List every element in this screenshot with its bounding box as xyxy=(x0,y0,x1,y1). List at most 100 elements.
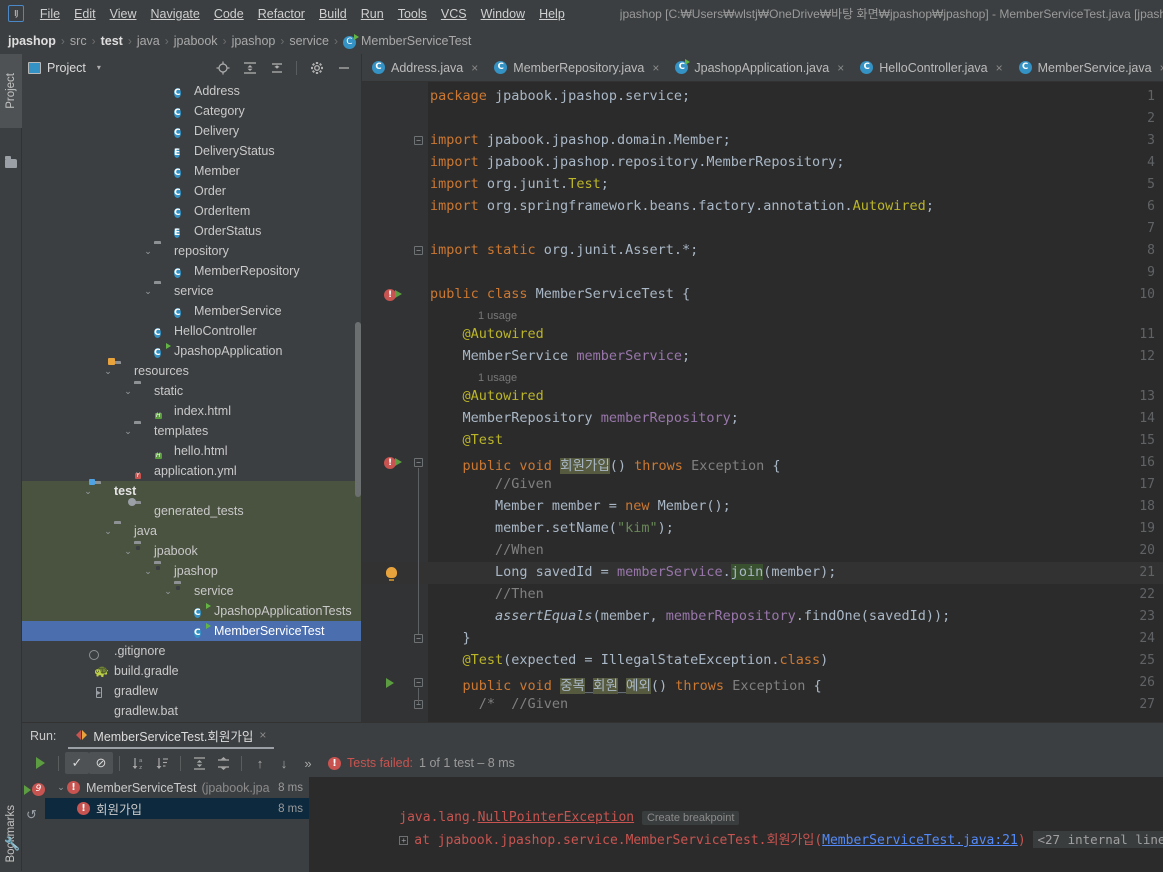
code-line-5[interactable]: import org.junit.Test; xyxy=(430,176,609,192)
tree-item-orderstatus[interactable]: ⌄E OrderStatus xyxy=(22,221,361,241)
tree-item-templates[interactable]: ⌄ templates xyxy=(22,421,361,441)
code-line-4[interactable]: import jpabook.jpashop.repository.Member… xyxy=(430,154,845,170)
close-icon[interactable]: × xyxy=(471,61,478,75)
debug-with-breakpoints-icon[interactable]: 9 xyxy=(24,783,45,796)
tree-item-deliverystatus[interactable]: ⌄E DeliveryStatus xyxy=(22,141,361,161)
expand-icon[interactable]: + xyxy=(399,836,409,845)
code-line-20[interactable]: //When xyxy=(430,542,544,558)
chevron-down-icon[interactable]: ⌄ xyxy=(162,586,174,597)
chevron-down-icon[interactable]: ⌄ xyxy=(142,566,154,577)
inlay-hint-usage[interactable]: 1 usage xyxy=(478,310,517,322)
tree-item-orderitem[interactable]: ⌄C OrderItem xyxy=(22,201,361,221)
gear-icon[interactable] xyxy=(309,60,324,75)
next-occurrence-icon[interactable]: ↓ xyxy=(272,752,296,774)
close-icon[interactable]: × xyxy=(652,61,659,75)
prev-occurrence-icon[interactable]: ↑ xyxy=(248,752,272,774)
chevron-down-icon[interactable]: ⌄ xyxy=(55,782,67,793)
breadcrumb-item-service[interactable]: service xyxy=(289,34,329,48)
stacktrace-file-link[interactable]: MemberServiceTest.java:21 xyxy=(822,833,1018,848)
menu-help[interactable]: Help xyxy=(532,4,572,24)
tree-item-memberservicetest[interactable]: ⌄C MemberServiceTest xyxy=(22,621,361,641)
tree-item-delivery[interactable]: ⌄C Delivery xyxy=(22,121,361,141)
breadcrumb-item-test[interactable]: test xyxy=(101,34,123,48)
test-tree-row[interactable]: ⌄! MemberServiceTest (jpabook.jpa 8 ms xyxy=(45,777,309,798)
rerun-icon[interactable] xyxy=(28,752,52,774)
internal-lines-chip[interactable]: <27 internal lines> xyxy=(1033,831,1163,848)
editor-tab-memberrepository-java[interactable]: C MemberRepository.java × xyxy=(484,54,665,81)
tree-item--gitignore[interactable]: ⌄.gitignore xyxy=(22,641,361,661)
breadcrumb-item-jpabook[interactable]: jpabook xyxy=(174,34,218,48)
tree-item-jpabook[interactable]: ⌄ jpabook xyxy=(22,541,361,561)
menu-vcs[interactable]: VCS xyxy=(434,4,474,24)
fold-marker[interactable]: − xyxy=(414,678,423,687)
code-line-6[interactable]: import org.springframework.beans.factory… xyxy=(430,198,934,214)
code-line-26[interactable]: public void 중복_회원_예외() throws Exception … xyxy=(430,674,822,694)
menu-code[interactable]: Code xyxy=(207,4,251,24)
close-icon[interactable]: × xyxy=(837,61,844,75)
tree-item-jpashopapplication[interactable]: ⌄C JpashopApplication xyxy=(22,341,361,361)
expand-all-icon[interactable] xyxy=(187,752,211,774)
run-test-method-icon[interactable]: ! xyxy=(384,457,402,469)
run-tab-memberservicetest[interactable]: MemberServiceTest.회원가입 × xyxy=(68,723,275,749)
tree-item-service[interactable]: ⌄ service xyxy=(22,581,361,601)
editor-tab-jpashopapplication-java[interactable]: C JpashopApplication.java × xyxy=(665,54,850,81)
code-line-24[interactable]: } xyxy=(430,630,471,646)
locate-icon[interactable] xyxy=(215,60,230,75)
fold-marker[interactable]: − xyxy=(414,246,423,255)
close-icon[interactable]: × xyxy=(1160,61,1163,75)
code-line-11[interactable]: @Autowired xyxy=(430,326,544,342)
menu-refactor[interactable]: Refactor xyxy=(251,4,312,24)
tree-item-java[interactable]: ⌄ java xyxy=(22,521,361,541)
breadcrumb-item-jpashop[interactable]: jpashop xyxy=(8,34,56,48)
code-line-16[interactable]: public void 회원가입() throws Exception { xyxy=(430,454,780,474)
menu-edit[interactable]: Edit xyxy=(67,4,103,24)
chevron-down-icon[interactable]: ⌄ xyxy=(122,386,134,397)
sort-by-duration-icon[interactable] xyxy=(150,752,174,774)
code-line-19[interactable]: member.setName("kim"); xyxy=(430,520,674,536)
tree-item-service[interactable]: ⌄ service xyxy=(22,281,361,301)
chevron-down-icon[interactable]: ⌄ xyxy=(142,246,154,257)
breadcrumb-item-jpashop2[interactable]: jpashop xyxy=(232,34,276,48)
code-line-17[interactable]: //Given xyxy=(430,476,552,492)
test-tree-row[interactable]: ! 회원가입 8 ms xyxy=(45,798,309,819)
menu-tools[interactable]: Tools xyxy=(391,4,434,24)
tree-item-application-yml[interactable]: ⌄Yapplication.yml xyxy=(22,461,361,481)
code-line-13[interactable]: @Autowired xyxy=(430,388,544,404)
code-line-15[interactable]: @Test xyxy=(430,432,504,448)
chevron-down-icon[interactable]: ▾ xyxy=(97,63,101,72)
tree-item-gradlew-bat[interactable]: ⌄ gradlew.bat xyxy=(22,701,361,721)
tree-item-generated-tests[interactable]: ⌄ generated_tests xyxy=(22,501,361,521)
tree-item-address[interactable]: ⌄C Address xyxy=(22,81,361,101)
exception-class-link[interactable]: NullPointerException xyxy=(478,810,635,825)
code-line-21[interactable]: Long savedId = memberService.join(member… xyxy=(430,564,836,580)
tree-item-hellocontroller[interactable]: ⌄C HelloController xyxy=(22,321,361,341)
fold-marker[interactable]: − xyxy=(414,136,423,145)
code-line-1[interactable]: package jpabook.jpashop.service; xyxy=(430,88,690,104)
sort-alphabetically-icon[interactable]: az xyxy=(126,752,150,774)
chevron-down-icon[interactable]: ⌄ xyxy=(102,366,114,377)
stripe-tab-project[interactable]: Project xyxy=(0,54,22,128)
code-line-14[interactable]: MemberRepository memberRepository; xyxy=(430,410,739,426)
chevron-down-icon[interactable]: ⌄ xyxy=(122,546,134,557)
code-editor[interactable]: 1 usage 1 usage 1 2 3 4 5 6 7 8 9 10 11 12 13 14 15 16 17 1… xyxy=(362,82,1163,722)
menu-build[interactable]: Build xyxy=(312,4,354,24)
tree-item-repository[interactable]: ⌄ repository xyxy=(22,241,361,261)
show-ignored-icon[interactable]: ⊘ xyxy=(89,752,113,774)
editor-tab-memberservice-java[interactable]: C MemberService.java × xyxy=(1009,54,1163,81)
intellij-logo-icon[interactable]: IJ xyxy=(8,5,24,22)
tree-item-jpashopapplicationtests[interactable]: ⌄C JpashopApplicationTests xyxy=(22,601,361,621)
rerun-failed-icon[interactable]: ↺ xyxy=(26,807,37,823)
chevron-down-icon[interactable]: ⌄ xyxy=(82,486,94,497)
chevron-down-icon[interactable]: ⌄ xyxy=(102,526,114,537)
tree-item-category[interactable]: ⌄C Category xyxy=(22,101,361,121)
fold-marker[interactable]: − xyxy=(414,458,423,467)
collapse-all-icon[interactable] xyxy=(211,752,235,774)
expand-all-icon[interactable] xyxy=(242,60,257,75)
editor-tab-address-java[interactable]: C Address.java × xyxy=(362,54,484,81)
tree-item-jpashop[interactable]: ⌄ jpashop xyxy=(22,561,361,581)
run-console[interactable]: java.lang.NullPointerException Create br… xyxy=(309,777,1163,872)
chevron-down-icon[interactable]: ⌄ xyxy=(142,286,154,297)
code-line-8[interactable]: import static org.junit.Assert.*; xyxy=(430,242,698,258)
hide-panel-icon[interactable] xyxy=(336,60,351,75)
code-line-25[interactable]: @Test(expected = IllegalStateException.c… xyxy=(430,652,829,668)
